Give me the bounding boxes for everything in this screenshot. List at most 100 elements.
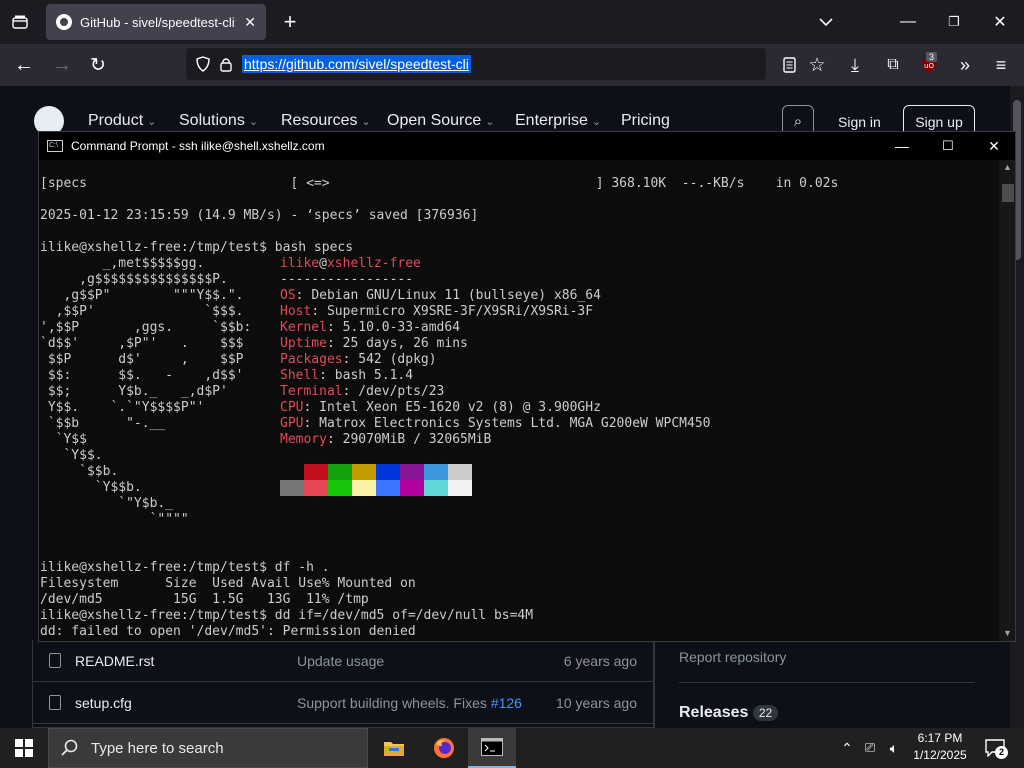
file-row[interactable]: README.rst Update usage 6 years ago (33, 640, 653, 682)
color-swatch (352, 464, 376, 480)
cmd-scrollbar[interactable]: ▲ ▼ (999, 160, 1015, 641)
browser-tab-bar: GitHub - sivel/speedtest-cli: Co ✕ + — ❐… (0, 0, 1024, 44)
color-swatch (280, 480, 304, 496)
clock-time: 6:17 PM (917, 731, 963, 745)
nav-pricing[interactable]: Pricing (621, 112, 670, 130)
search-icon (61, 739, 78, 756)
new-tab-icon[interactable]: + (278, 9, 302, 34)
chevron-down-icon: ⌄ (248, 116, 259, 128)
back-arrow-icon[interactable]: ← (10, 52, 38, 78)
ublock-icon[interactable]: uO 3 (916, 52, 942, 78)
firefox-icon[interactable] (420, 728, 468, 768)
file-name[interactable]: setup.cfg (75, 695, 132, 711)
commit-message[interactable]: Update usage (297, 653, 384, 669)
color-swatch (448, 464, 472, 480)
command-prompt-window[interactable]: C:\ Command Prompt - ssh ilike@shell.xsh… (38, 131, 1016, 642)
file-row[interactable]: setup.cfg Support building wheels. Fixes… (33, 682, 653, 724)
terminal-line: ,g$$$$$$$$$$$$$$$P. (40, 272, 228, 287)
terminal-line: ilike@xshellz-free:/tmp/test$ git clone … (40, 640, 377, 641)
color-swatch (304, 480, 328, 496)
sysinfo-line: Uptime: 25 days, 26 mins (280, 336, 468, 351)
scroll-up-icon[interactable]: ▲ (1003, 162, 1012, 172)
show-hidden-icons-chevron-up-icon[interactable]: ⌃ (838, 738, 856, 758)
cmd-maximize-icon[interactable]: ☐ (925, 132, 971, 160)
taskbar-clock[interactable]: 6:17 PM 1/12/2025 (904, 730, 976, 764)
network-icon[interactable]: ⎚ (860, 738, 880, 758)
url-bar[interactable]: https://github.com/sivel/speedtest-cli (186, 48, 766, 80)
color-swatch (328, 480, 352, 496)
cmd-app-icon: C:\ (47, 140, 63, 152)
nav-solutions[interactable]: Solutions ⌄ (179, 112, 258, 130)
nav-enterprise[interactable]: Enterprise ⌄ (515, 112, 601, 130)
terminal-line: /dev/md5 15G 1.5G 13G 11% /tmp (40, 592, 369, 607)
terminal-line: $$: $$. - ,d$$' (40, 368, 244, 383)
report-repository-link[interactable]: Report repository (679, 649, 786, 665)
tab-list-icon[interactable] (8, 12, 32, 32)
commit-age: 6 years ago (563, 652, 637, 669)
ublock-badge: 3 (926, 52, 938, 62)
cmd-title-bar[interactable]: C:\ Command Prompt - ssh ilike@shell.xsh… (39, 132, 1015, 160)
scroll-down-icon[interactable]: ▼ (1003, 628, 1012, 638)
terminal-line: ',$$P ,ggs. `$$b: (40, 320, 252, 335)
forward-arrow-icon[interactable]: → (48, 52, 76, 78)
terminal-line: `"""" (40, 512, 189, 527)
color-palette-row (280, 480, 472, 496)
cmd-title: Command Prompt - ssh ilike@shell.xshellz… (71, 139, 325, 153)
cmd-scrollbar-thumb[interactable] (1002, 184, 1014, 202)
taskbar-search-box[interactable]: Type here to search (48, 728, 368, 768)
reader-view-icon[interactable] (776, 52, 802, 78)
sysinfo-line: GPU: Matrox Electronics Systems Ltd. MGA… (280, 416, 711, 431)
more-tools-icon[interactable]: » (952, 52, 978, 78)
command-prompt-taskbar-icon[interactable] (468, 728, 516, 768)
lock-icon[interactable] (220, 57, 232, 72)
sysinfo-line: CPU: Intel Xeon E5-1620 v2 (8) @ 3.900GH… (280, 400, 601, 415)
chevron-down-icon: ⌄ (485, 116, 495, 128)
color-swatch (448, 480, 472, 496)
reload-icon[interactable]: ↻ (84, 52, 112, 78)
list-all-tabs-icon[interactable] (814, 10, 838, 34)
hamburger-menu-icon[interactable]: ≡ (988, 52, 1014, 78)
color-swatch (424, 480, 448, 496)
url-text[interactable]: https://github.com/sivel/speedtest-cli (242, 55, 471, 73)
sysinfo-line: OS: Debian GNU/Linux 11 (bullseye) x86_6… (280, 288, 601, 303)
file-name[interactable]: README.rst (75, 653, 154, 669)
file-list: README.rst Update usage 6 years ago setu… (32, 640, 654, 728)
cmd-close-icon[interactable]: ✕ (971, 132, 1017, 160)
file-explorer-icon[interactable] (370, 728, 418, 768)
terminal-line: 2025-01-12 23:15:59 (14.9 MB/s) - ‘specs… (40, 208, 479, 223)
tracking-shield-icon[interactable] (196, 56, 210, 72)
nav-product[interactable]: Product ⌄ (88, 112, 156, 130)
close-window-icon[interactable]: ✕ (988, 10, 1012, 34)
sysinfo-line: Kernel: 5.10.0-33-amd64 (280, 320, 461, 335)
restore-icon[interactable]: ❐ (942, 10, 966, 34)
start-windows-icon[interactable] (0, 728, 48, 768)
sysinfo-line: Host: Supermicro X9SRE-3F/X9SRi/X9SRi-3F (280, 304, 594, 319)
volume-icon[interactable]: 🔈︎ (884, 738, 904, 758)
downloads-icon[interactable]: ⤓ (842, 52, 868, 78)
extensions-icon[interactable]: ⧉ (880, 52, 906, 78)
terminal-line: [specs [ <=> ] 368.10K --.-KB/s in 0.02s (40, 176, 839, 191)
terminal-line: ,$$P' `$$$. (40, 304, 244, 319)
sign-in-link[interactable]: Sign in (838, 114, 881, 130)
terminal-output[interactable]: [specs [ <=> ] 368.10K --.-KB/s in 0.02s… (39, 160, 999, 641)
chevron-down-icon: ⌄ (361, 116, 371, 128)
notifications-icon[interactable]: 2 (982, 736, 1008, 760)
terminal-line: ,g$$P" """Y$$.". (40, 288, 244, 303)
releases-heading[interactable]: Releases 22 (679, 704, 779, 722)
cmd-minimize-icon[interactable]: — (879, 132, 925, 160)
nav-open-source[interactable]: Open Source ⌄ (387, 112, 495, 130)
terminal-line: `$$b "-.__ (40, 416, 166, 431)
color-swatch (352, 480, 376, 496)
terminal-line: dd: failed to open '/dev/md5': Permissio… (40, 624, 416, 639)
color-palette-row (280, 464, 472, 480)
active-tab[interactable]: GitHub - sivel/speedtest-cli: Co ✕ (46, 4, 266, 40)
bookmark-star-icon[interactable]: ☆ (804, 52, 830, 78)
minimize-icon[interactable]: — (896, 10, 920, 34)
close-tab-icon[interactable]: ✕ (244, 14, 256, 31)
color-swatch (328, 464, 352, 480)
commit-message[interactable]: Support building wheels. Fixes #126 (297, 695, 522, 711)
sysinfo-line: Shell: bash 5.1.4 (280, 368, 414, 383)
color-swatch (376, 464, 400, 480)
commit-age: 10 years ago (556, 694, 637, 711)
nav-resources[interactable]: Resources ⌄ (281, 112, 371, 130)
